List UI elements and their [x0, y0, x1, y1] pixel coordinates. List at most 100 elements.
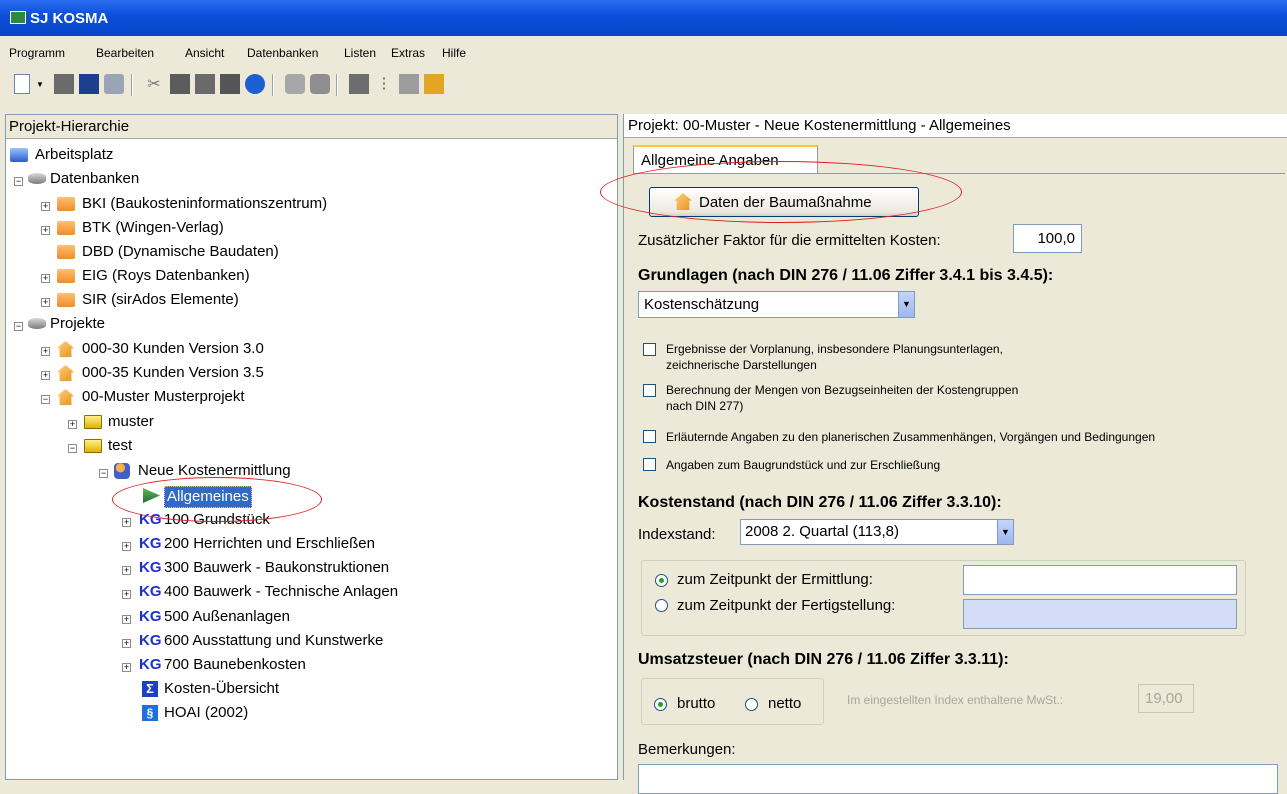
chevron-down-icon[interactable]: ▼ [898, 292, 914, 317]
folder-icon [57, 197, 75, 211]
radio-brutto[interactable] [654, 698, 667, 711]
grundlagen-select[interactable]: Kostenschätzung ▼ [638, 291, 915, 318]
collapse-icon[interactable]: − [14, 177, 23, 186]
mwst-input: 19,00 [1138, 684, 1194, 713]
checkbox-erlaeuternde-angaben[interactable] [643, 430, 656, 443]
detail-pane: Projekt: 00-Muster - Neue Kostenermittlu… [600, 114, 1287, 794]
print-icon[interactable] [104, 74, 124, 94]
radio-netto[interactable] [745, 698, 758, 711]
ust-heading: Umsatzsteuer (nach DIN 276 / 11.06 Ziffe… [638, 651, 1009, 668]
copy-icon[interactable] [170, 74, 190, 94]
expand-icon[interactable]: + [122, 542, 131, 551]
cut-icon[interactable]: ✂ [144, 74, 164, 94]
expand-icon[interactable]: + [122, 566, 131, 575]
kg-icon: KG [139, 583, 162, 600]
new-document-icon[interactable] [14, 74, 30, 94]
dropdown-arrow-icon[interactable]: ▼ [36, 80, 46, 100]
tree-icon[interactable]: ⋮ [374, 74, 394, 94]
kg-icon: KG [139, 632, 162, 649]
expand-icon[interactable]: + [41, 298, 50, 307]
kostenstand-heading: Kostenstand (nach DIN 276 / 11.06 Ziffer… [638, 494, 1002, 511]
ust-group: brutto netto [641, 678, 824, 725]
app-icon [10, 11, 26, 24]
database-icon [28, 173, 46, 184]
faktor-input[interactable]: 100,0 [1013, 224, 1082, 253]
collapse-icon[interactable]: − [99, 469, 108, 478]
checkbox-baugrundstueck[interactable] [643, 458, 656, 471]
export-icon[interactable] [424, 74, 444, 94]
project-tree: Arbeitsplatz − Datenbanken + BKI (Baukos… [6, 141, 617, 779]
computer-icon [10, 148, 28, 162]
zeitpunkt-group: zum Zeitpunkt der Ermittlung: zum Zeitpu… [641, 560, 1246, 636]
pane-header: Projekt-Hierarchie [6, 115, 617, 139]
kg-icon: KG [139, 608, 162, 625]
expand-icon[interactable]: + [41, 202, 50, 211]
sum-icon: Σ [142, 681, 158, 697]
expand-icon[interactable]: + [122, 518, 131, 527]
expand-icon[interactable]: + [122, 590, 131, 599]
folder-icon [57, 245, 75, 259]
folder-icon [57, 221, 75, 235]
kg-icon: KG [139, 535, 162, 552]
checkbox-mengenberechnung[interactable] [643, 384, 656, 397]
collapse-icon[interactable]: − [41, 395, 50, 404]
paragraph-icon: § [142, 705, 158, 721]
expand-icon[interactable]: + [41, 226, 50, 235]
tab-panel: Daten der Baumaßnahme Zusätzlicher Fakto… [633, 173, 1285, 794]
menu-hilfe[interactable]: Hilfe [442, 46, 466, 60]
window-title: SJ KOSMA [30, 10, 109, 27]
house-icon [57, 365, 74, 381]
expand-icon[interactable]: + [122, 639, 131, 648]
indexstand-select[interactable]: 2008 2. Quartal (113,8) ▼ [740, 519, 1014, 545]
radio-ermittlung[interactable] [655, 574, 668, 587]
bemerkungen-label: Bemerkungen: [638, 741, 736, 758]
menu-programm[interactable]: Programm [9, 46, 65, 60]
expand-icon[interactable]: + [41, 347, 50, 356]
expand-icon[interactable]: + [41, 274, 50, 283]
toolbar: ▼ ✂ ⋮ [0, 66, 1287, 106]
expand-icon[interactable]: + [122, 615, 131, 624]
pane-header: Projekt: 00-Muster - Neue Kostenermittlu… [624, 114, 1287, 138]
highlight-ellipse [112, 477, 322, 522]
menu-datenbanken[interactable]: Datenbanken [247, 46, 318, 60]
indexstand-label: Indexstand: [638, 526, 716, 543]
folder-icon [57, 269, 75, 283]
title-bar: SJ KOSMA [0, 0, 1287, 36]
folder-icon [84, 415, 102, 429]
save-icon[interactable] [79, 74, 99, 94]
highlight-ellipse [600, 161, 962, 223]
chevron-down-icon[interactable]: ▼ [997, 520, 1013, 544]
kg-icon: KG [139, 656, 162, 673]
ermittlung-date-input[interactable] [963, 565, 1237, 595]
collapse-icon[interactable]: − [14, 322, 23, 331]
menu-bearbeiten[interactable]: Bearbeiten [96, 46, 154, 60]
bemerkungen-textarea[interactable] [638, 764, 1278, 794]
expand-icon[interactable]: + [68, 420, 77, 429]
menu-ansicht[interactable]: Ansicht [185, 46, 224, 60]
expand-icon[interactable]: + [41, 371, 50, 380]
person-icon [114, 463, 130, 479]
folder-icon [84, 439, 102, 453]
mwst-label: Im eingestellten Index enthaltene MwSt.: [847, 693, 1064, 707]
menu-listen[interactable]: Listen [344, 46, 376, 60]
database-icon [28, 318, 46, 329]
users-edit-icon[interactable] [310, 74, 330, 94]
checkbox-vorplanung[interactable] [643, 343, 656, 356]
users-icon[interactable] [285, 74, 305, 94]
paste-icon[interactable] [195, 74, 215, 94]
refresh-icon[interactable] [245, 74, 265, 94]
radio-fertigstellung[interactable] [655, 599, 668, 612]
chart-icon[interactable] [349, 74, 369, 94]
kg-icon: KG [139, 559, 162, 576]
grid-icon[interactable] [399, 74, 419, 94]
menu-bar: Programm Bearbeiten Ansicht Datenbanken … [0, 40, 1287, 64]
open-icon[interactable] [54, 74, 74, 94]
grundlagen-heading: Grundlagen (nach DIN 276 / 11.06 Ziffer … [638, 267, 1054, 284]
menu-extras[interactable]: Extras [391, 46, 425, 60]
collapse-icon[interactable]: − [68, 444, 77, 453]
folder-icon [57, 293, 75, 307]
delete-icon[interactable] [220, 74, 240, 94]
fertigstellung-date-input [963, 599, 1237, 629]
expand-icon[interactable]: + [122, 663, 131, 672]
project-tree-pane: Projekt-Hierarchie Arbeitsplatz − Datenb… [5, 114, 618, 780]
